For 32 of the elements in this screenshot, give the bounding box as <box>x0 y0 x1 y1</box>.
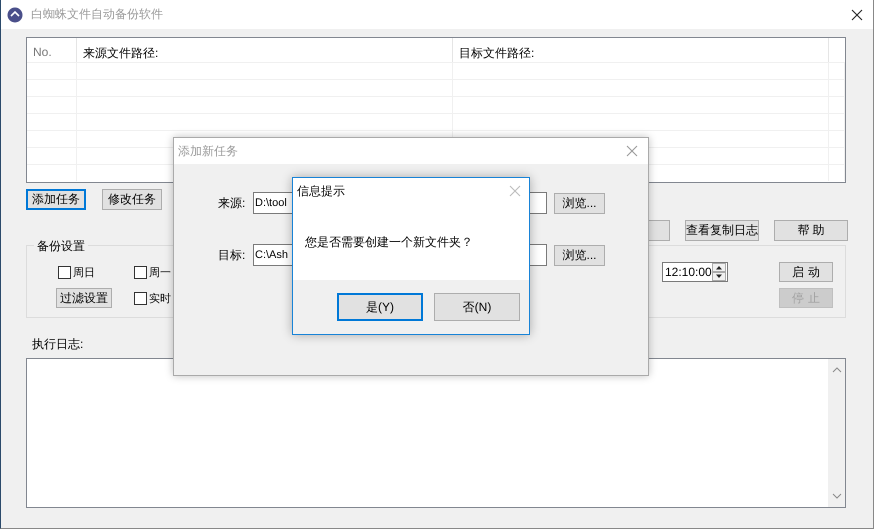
dialog-button[interactable]: 是(Y) <box>337 293 423 321</box>
task-button[interactable]: 修改任务 <box>102 189 162 210</box>
checkbox-label: 周一 <box>149 266 171 280</box>
field-label: 来源: <box>218 194 246 212</box>
checkbox[interactable] <box>134 292 147 304</box>
toolbar-button[interactable]: 帮 助 <box>774 220 848 241</box>
checkbox[interactable] <box>58 266 71 278</box>
dialog-button[interactable]: 否(N) <box>434 293 520 321</box>
run-button[interactable]: 启动 <box>779 262 833 282</box>
browse-button[interactable]: 浏览... <box>554 192 605 214</box>
log-label: 执行日志: <box>32 336 84 353</box>
toolbar-button[interactable]: 查看复制日志 <box>685 220 759 241</box>
spin-buttons-icon[interactable] <box>712 263 726 281</box>
scrollbar[interactable] <box>828 359 845 507</box>
task-button[interactable]: 添加任务 <box>26 189 86 210</box>
checkbox[interactable] <box>134 266 147 278</box>
filter-button[interactable]: 过滤设置 <box>56 288 112 308</box>
column-header: 目标文件路径: <box>453 38 829 62</box>
checkbox-label: 实时 <box>149 292 171 306</box>
close-icon[interactable] <box>851 8 863 20</box>
dialog-title: 信息提示 <box>297 182 345 200</box>
time-field[interactable]: 12:10:00 <box>662 262 728 282</box>
column-header: 来源文件路径: <box>77 38 453 62</box>
column-header: No. <box>27 38 77 62</box>
group-title: 备份设置 <box>34 238 88 255</box>
checkbox-label: 周日 <box>73 266 95 280</box>
field-label: 目标: <box>218 246 246 264</box>
dialog-title: 添加新任务 <box>178 142 238 160</box>
browse-button[interactable]: 浏览... <box>554 244 605 266</box>
window-title: 白蜘蛛文件自动备份软件 <box>31 6 163 23</box>
app-icon <box>7 6 23 22</box>
message-text: 您是否需要创建一个新文件夹？ <box>305 234 474 251</box>
